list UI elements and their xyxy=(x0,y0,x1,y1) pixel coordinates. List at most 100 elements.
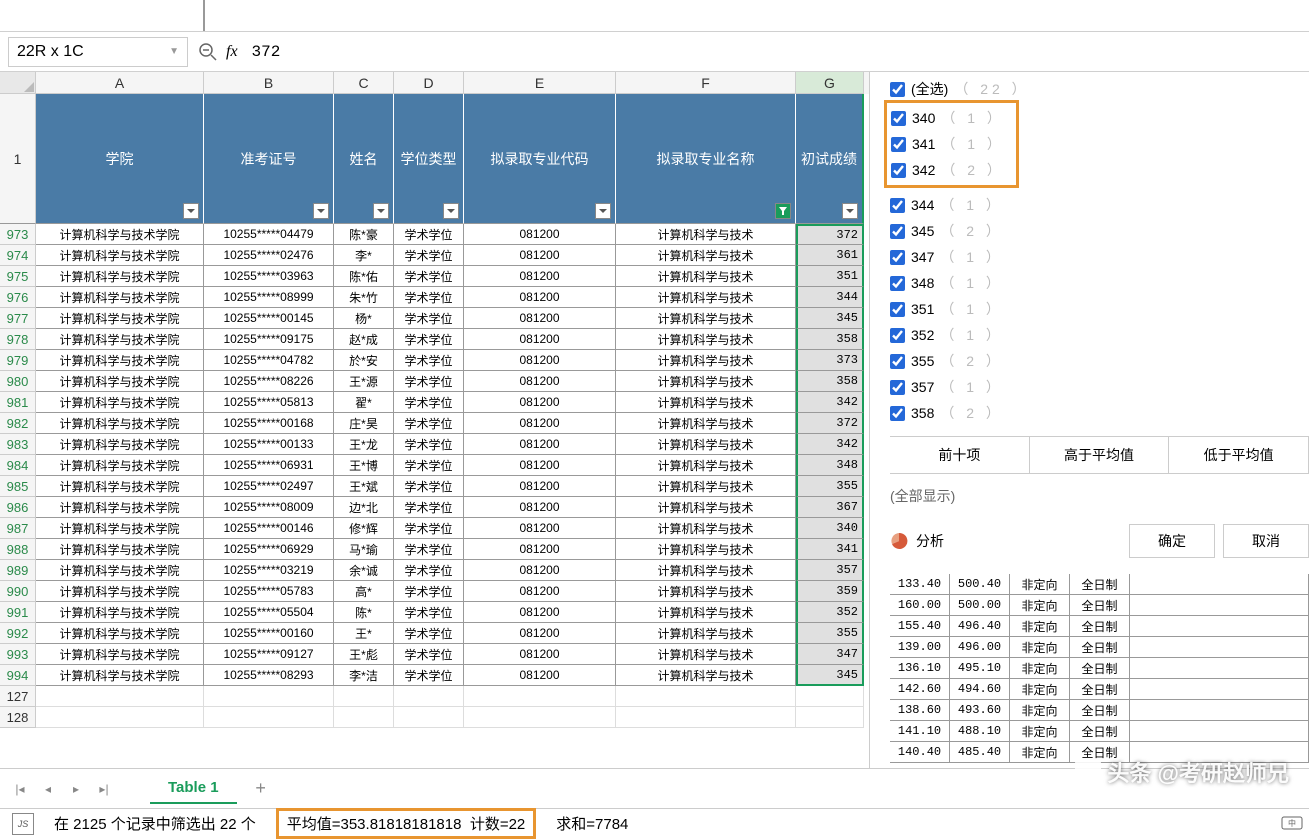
checkbox[interactable] xyxy=(890,276,905,291)
col-header-B[interactable]: B xyxy=(204,72,334,94)
cell[interactable]: 非定向 xyxy=(1010,679,1070,700)
cell[interactable]: 学术学位 xyxy=(394,455,464,476)
cell[interactable]: 计算机科学与技术学院 xyxy=(36,455,204,476)
filter-item[interactable]: 355 （ 2 ） xyxy=(890,348,1309,374)
cell[interactable]: 庄*昊 xyxy=(334,413,394,434)
cell[interactable]: 学术学位 xyxy=(394,266,464,287)
cell[interactable]: 133.40 xyxy=(890,574,950,595)
cell[interactable]: 494.60 xyxy=(950,679,1010,700)
cell[interactable] xyxy=(1130,679,1309,700)
cell[interactable]: 10255*****00145 xyxy=(204,308,334,329)
checkbox[interactable] xyxy=(890,82,905,97)
row-header[interactable]: 982 xyxy=(0,413,36,434)
filter-item[interactable]: 352 （ 1 ） xyxy=(890,322,1309,348)
row-header[interactable]: 992 xyxy=(0,623,36,644)
row-header[interactable]: 979 xyxy=(0,350,36,371)
show-all-link[interactable]: (全部显示) xyxy=(890,474,1309,518)
cell-selected[interactable]: 342 xyxy=(796,434,864,455)
row-header[interactable]: 128 xyxy=(0,707,36,728)
row-header[interactable]: 983 xyxy=(0,434,36,455)
cell[interactable]: 计算机科学与技术 xyxy=(616,518,796,539)
cell[interactable]: 计算机科学与技术学院 xyxy=(36,581,204,602)
cell[interactable]: 陈* xyxy=(334,602,394,623)
cell[interactable]: 翟* xyxy=(334,392,394,413)
filter-item[interactable]: 344 （ 1 ） xyxy=(890,192,1309,218)
cell[interactable]: 10255*****06929 xyxy=(204,539,334,560)
cell[interactable]: 计算机科学与技术学院 xyxy=(36,392,204,413)
cell[interactable]: 学术学位 xyxy=(394,581,464,602)
tab-above-avg[interactable]: 高于平均值 xyxy=(1030,437,1170,473)
cell[interactable]: 081200 xyxy=(464,224,616,245)
cell[interactable]: 王*彪 xyxy=(334,644,394,665)
cell[interactable]: 140.40 xyxy=(890,742,950,763)
cell-selected[interactable]: 342 xyxy=(796,392,864,413)
cell-selected[interactable]: 340 xyxy=(796,518,864,539)
col-header-F[interactable]: F xyxy=(616,72,796,94)
cell[interactable]: 计算机科学与技术 xyxy=(616,392,796,413)
cell[interactable]: 非定向 xyxy=(1010,595,1070,616)
cell[interactable]: 计算机科学与技术 xyxy=(616,434,796,455)
row-header[interactable]: 973 xyxy=(0,224,36,245)
filter-item[interactable]: 348 （ 1 ） xyxy=(890,270,1309,296)
row-header[interactable]: 127 xyxy=(0,686,36,707)
cell-selected[interactable]: 345 xyxy=(796,665,864,686)
cell[interactable]: 非定向 xyxy=(1010,658,1070,679)
cell[interactable]: 138.60 xyxy=(890,700,950,721)
checkbox[interactable] xyxy=(891,137,906,152)
cell[interactable]: 计算机科学与技术 xyxy=(616,539,796,560)
cell[interactable]: 非定向 xyxy=(1010,637,1070,658)
cell[interactable]: 学术学位 xyxy=(394,224,464,245)
cell[interactable]: 计算机科学与技术学院 xyxy=(36,287,204,308)
cell-selected[interactable]: 359 xyxy=(796,581,864,602)
cell[interactable]: 081200 xyxy=(464,350,616,371)
row-header-1[interactable]: 1 xyxy=(0,94,36,224)
cell[interactable]: 10255*****02497 xyxy=(204,476,334,497)
cell[interactable]: 081200 xyxy=(464,287,616,308)
filter-item[interactable]: 357 （ 1 ） xyxy=(890,374,1309,400)
filter-item[interactable]: 345 （ 2 ） xyxy=(890,218,1309,244)
cell-selected[interactable]: 344 xyxy=(796,287,864,308)
cell[interactable]: 10255*****00133 xyxy=(204,434,334,455)
cell[interactable]: 计算机科学与技术 xyxy=(616,560,796,581)
cell[interactable] xyxy=(1130,721,1309,742)
cell[interactable]: 计算机科学与技术 xyxy=(616,308,796,329)
cell-selected[interactable]: 347 xyxy=(796,644,864,665)
cell-selected[interactable]: 355 xyxy=(796,476,864,497)
ok-button[interactable]: 确定 xyxy=(1129,524,1215,558)
cell-selected[interactable]: 372 xyxy=(796,413,864,434)
cell[interactable]: 全日制 xyxy=(1070,700,1130,721)
cell[interactable]: 计算机科学与技术 xyxy=(616,350,796,371)
cell[interactable]: 计算机科学与技术学院 xyxy=(36,266,204,287)
cell[interactable]: 10255*****06931 xyxy=(204,455,334,476)
next-sheet-icon[interactable]: ▸ xyxy=(64,777,88,801)
checkbox[interactable] xyxy=(890,198,905,213)
cell[interactable]: 10255*****09127 xyxy=(204,644,334,665)
cell[interactable]: 计算机科学与技术 xyxy=(616,329,796,350)
cell[interactable]: 10255*****08293 xyxy=(204,665,334,686)
cell[interactable]: 学术学位 xyxy=(394,329,464,350)
row-header[interactable]: 993 xyxy=(0,644,36,665)
checkbox[interactable] xyxy=(890,302,905,317)
cell[interactable]: 修*辉 xyxy=(334,518,394,539)
cell[interactable]: 10255*****04782 xyxy=(204,350,334,371)
cell[interactable]: 081200 xyxy=(464,392,616,413)
filter-icon[interactable] xyxy=(842,203,858,219)
cell[interactable]: 全日制 xyxy=(1070,574,1130,595)
add-sheet-button[interactable]: + xyxy=(249,777,273,801)
cell[interactable]: 学术学位 xyxy=(394,665,464,686)
cell[interactable]: 081200 xyxy=(464,539,616,560)
cell[interactable]: 於*安 xyxy=(334,350,394,371)
cell[interactable]: 李*洁 xyxy=(334,665,394,686)
filter-select-all[interactable]: (全选) （ 22 ） xyxy=(890,76,1309,102)
cell[interactable]: 非定向 xyxy=(1010,574,1070,595)
cell[interactable]: 081200 xyxy=(464,665,616,686)
cell[interactable]: 142.60 xyxy=(890,679,950,700)
cell[interactable]: 学术学位 xyxy=(394,308,464,329)
cell[interactable]: 计算机科学与技术学院 xyxy=(36,644,204,665)
cell[interactable]: 495.10 xyxy=(950,658,1010,679)
col-header-G[interactable]: G xyxy=(796,72,864,94)
filter-item[interactable]: 341 （ 1 ） xyxy=(891,131,1012,157)
row-header[interactable]: 975 xyxy=(0,266,36,287)
cell[interactable]: 学术学位 xyxy=(394,392,464,413)
cell[interactable]: 计算机科学与技术学院 xyxy=(36,497,204,518)
